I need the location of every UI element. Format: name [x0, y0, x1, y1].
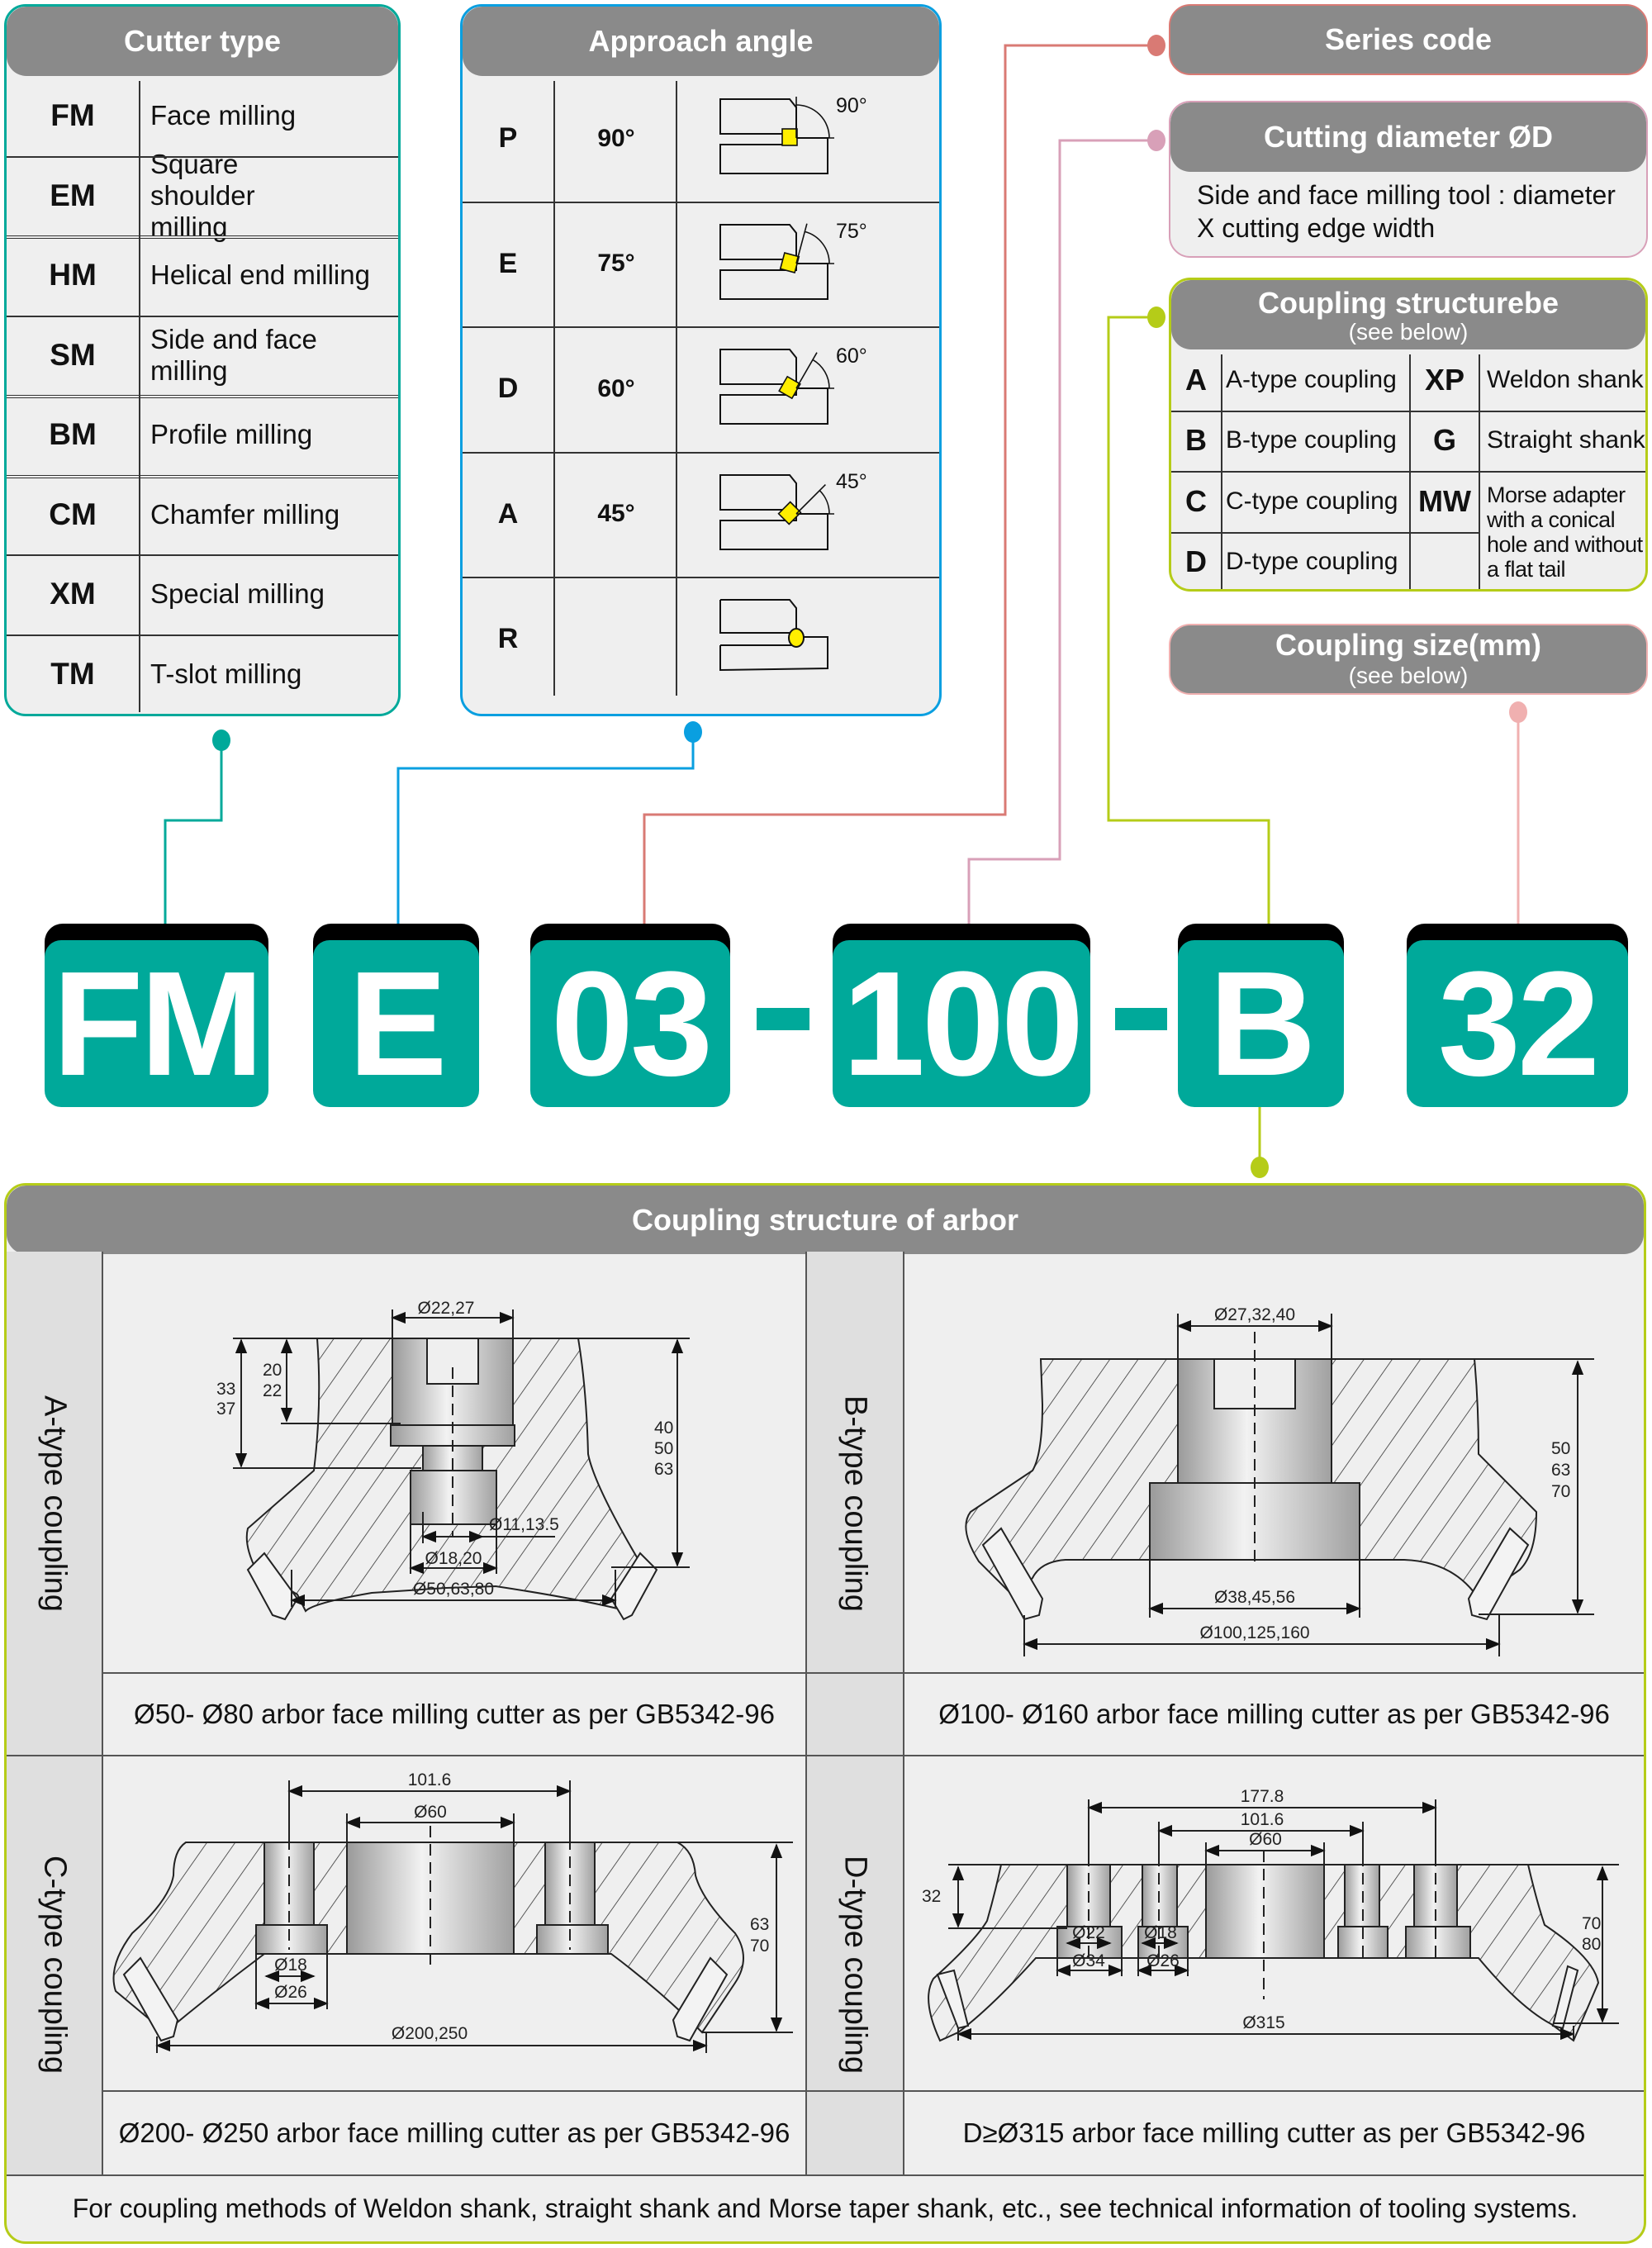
dim-a-bore: Ø18,20	[425, 1549, 482, 1568]
dim-c-dia: Ø200,250	[392, 2024, 468, 2043]
dim-d-depth: 32	[922, 1887, 941, 1906]
dim-b-top: Ø27,32,40	[1214, 1305, 1295, 1324]
drawing-d-bore	[1205, 1864, 1325, 1959]
dim-d-h2: Ø34	[1072, 1951, 1105, 1970]
drawing-c-type	[112, 1780, 793, 2053]
dim-b-ha: 50	[1551, 1439, 1570, 1458]
dim-d-h1: Ø22	[1072, 1923, 1105, 1942]
dim-c-h1: Ø18	[274, 1956, 307, 1975]
dim-b-bore: Ø38,45,56	[1214, 1588, 1295, 1607]
dim-d-dia: Ø315	[1242, 2013, 1284, 2032]
drawing-a-type	[233, 1309, 690, 1621]
dim-b-hb: 63	[1551, 1461, 1570, 1480]
dim-a-h2b: 37	[216, 1400, 235, 1419]
dim-c-bore: Ø60	[414, 1803, 447, 1822]
dim-b-hc: 70	[1551, 1482, 1570, 1501]
dim-b-dia: Ø100,125,160	[1199, 1623, 1309, 1642]
dim-d-h3: Ø18	[1144, 1923, 1177, 1942]
dim-c-ha: 63	[750, 1915, 769, 1934]
dim-a-dia: Ø50,63,80	[413, 1580, 494, 1599]
dim-a-bolt: Ø11,13.5	[489, 1515, 559, 1534]
dim-d-pcd1: 177.8	[1241, 1787, 1284, 1806]
dim-a-hc: 63	[654, 1460, 673, 1479]
dim-d-h4: Ø26	[1146, 1951, 1180, 1970]
dim-c-pcd: 101.6	[408, 1770, 452, 1789]
dim-c-hb: 70	[750, 1937, 769, 1956]
dim-c-h2: Ø26	[274, 1983, 307, 2002]
dim-a-top: Ø22,27	[418, 1299, 475, 1318]
dim-a-h1b: 22	[263, 1381, 282, 1400]
arbor-drawings: Ø22,27 20 22 33 37 40 50 63 Ø11,13.5 Ø18…	[112, 1299, 1619, 2053]
dim-a-hb: 50	[654, 1439, 673, 1458]
dim-a-h1a: 20	[263, 1361, 282, 1380]
dim-d-bore: Ø60	[1249, 1830, 1282, 1849]
dim-a-ha: 40	[654, 1419, 673, 1438]
dim-d-pcd2: 101.6	[1241, 1810, 1284, 1829]
dim-a-h2a: 33	[216, 1380, 235, 1399]
dim-d-ha: 70	[1582, 1914, 1601, 1933]
dim-d-hb: 80	[1582, 1935, 1601, 1954]
